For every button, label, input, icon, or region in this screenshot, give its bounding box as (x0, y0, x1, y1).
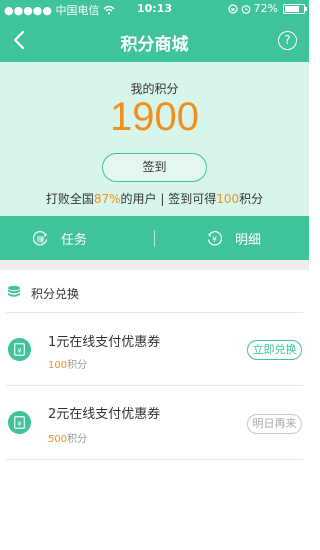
redeem-button[interactable]: 立即兑换 (247, 340, 302, 360)
come-back-tomorrow-button[interactable]: 明日再来 (247, 414, 302, 434)
section-title: 积分兑换 (31, 287, 80, 301)
summary-bonus: 100 (216, 192, 240, 206)
coupon-name: 2元在线支付优惠券 (48, 407, 161, 422)
svg-text:赚: 赚 (37, 233, 45, 243)
help-button[interactable]: ? (278, 31, 297, 50)
svg-text:¥: ¥ (17, 420, 21, 428)
section-header: 积分兑换 (0, 270, 309, 314)
nav-bar: 积分商城 ? (0, 18, 309, 62)
battery-percent: 72% (253, 2, 278, 15)
summary-suffix: 积分 (239, 192, 264, 206)
tab-detail-label: 明细 (235, 232, 262, 248)
svg-text:¥: ¥ (17, 347, 21, 355)
task-icon: 赚 (32, 230, 48, 245)
summary-mid: 的用户 | 签到可得 (120, 192, 217, 206)
svg-text:¥: ¥ (212, 234, 217, 243)
page-title: 积分商城 (120, 35, 189, 55)
points-value: 1900 (110, 95, 199, 139)
points-panel: 我的积分 1900 签到 打败全国87%的用户 | 签到可得100积分 (0, 62, 309, 216)
rotation-lock-icon (227, 3, 238, 14)
tab-task[interactable]: 赚 任务 (32, 216, 87, 260)
status-bar: ●●●●● 中国电信 10:13 72% (0, 0, 309, 18)
coupon-cost-unit: 积分 (67, 360, 88, 371)
tab-bar: 赚 任务 ¥ 明细 (0, 216, 309, 260)
checkin-button[interactable]: 签到 (102, 153, 207, 182)
tab-task-label: 任务 (61, 232, 88, 248)
coupon-cost: 500积分 (48, 430, 87, 445)
summary-percent: 87% (93, 192, 121, 206)
list-item: ¥ 2元在线支付优惠券 500积分 明日再来 (0, 386, 309, 458)
status-right: 72% (227, 2, 307, 15)
points-summary: 打败全国87%的用户 | 签到可得100积分 (0, 190, 309, 207)
section-spacer (0, 260, 309, 270)
coins-icon (8, 285, 20, 297)
tab-divider (154, 230, 155, 247)
coupon-icon: ¥ (8, 411, 31, 434)
coupon-icon: ¥ (8, 338, 31, 361)
battery-icon (283, 3, 307, 14)
list-item: ¥ 1元在线支付优惠券 100积分 立即兑换 (0, 313, 309, 385)
tab-detail[interactable]: ¥ 明细 (206, 216, 261, 260)
coupon-cost-value: 500 (48, 434, 68, 445)
alarm-icon (241, 4, 250, 14)
detail-icon: ¥ (207, 230, 223, 245)
divider-line (6, 459, 303, 460)
coupon-cost-unit: 积分 (67, 434, 88, 445)
summary-prefix: 打败全国 (45, 192, 94, 206)
coupon-cost: 100积分 (48, 356, 87, 371)
coupon-cost-value: 100 (48, 360, 68, 371)
coupon-name: 1元在线支付优惠券 (48, 335, 161, 350)
